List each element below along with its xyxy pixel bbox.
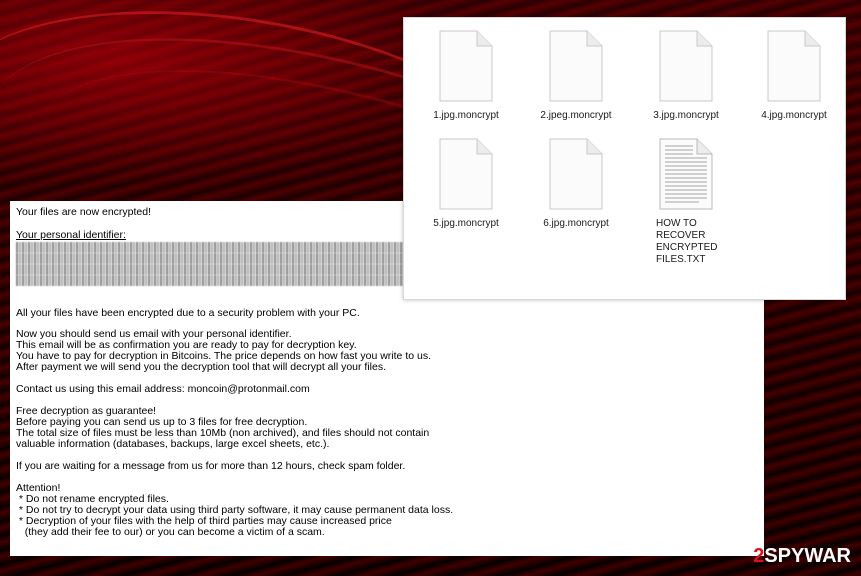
blank-document-icon (439, 138, 493, 210)
note-line: If you are waiting for a message from us… (16, 460, 406, 472)
file-item[interactable]: 2.jpeg.moncrypt (528, 30, 624, 122)
file-name: 5.jpg.moncrypt (433, 218, 499, 229)
contact-email-line: Contact us using this email address: mon… (16, 383, 310, 395)
blank-document-icon (439, 30, 493, 102)
file-item[interactable]: 3.jpg.moncrypt (638, 30, 734, 122)
note-line: All your files have been encrypted due t… (16, 307, 360, 319)
file-name: 4.jpg.moncrypt (761, 110, 827, 121)
text-document-icon (659, 138, 713, 210)
file-item[interactable]: 5.jpg.moncrypt (418, 138, 514, 230)
file-name: 6.jpg.moncrypt (543, 218, 609, 229)
file-item[interactable]: 6.jpg.moncrypt (528, 138, 624, 230)
file-name: 3.jpg.moncrypt (653, 110, 719, 121)
file-explorer-window[interactable]: 1.jpg.moncrypt 2.jpeg.moncrypt 3.jpg.mon… (403, 17, 846, 300)
note-line: After payment we will send you the decry… (16, 361, 387, 373)
note-heading: Your files are now encrypted! (16, 206, 152, 218)
logo-brand: SPYWAR (764, 545, 851, 567)
logo-number: 2 (753, 545, 765, 567)
blank-document-icon (549, 30, 603, 102)
file-item[interactable]: 4.jpg.moncrypt (746, 30, 842, 122)
file-name: 1.jpg.moncrypt (433, 110, 499, 121)
file-item[interactable]: 1.jpg.moncrypt (418, 30, 514, 122)
blank-document-icon (659, 30, 713, 102)
2spyware-logo: 2SPYWAR (753, 545, 851, 568)
note-line: valuable information (databases, backups… (16, 438, 330, 450)
file-name: 2.jpeg.moncrypt (540, 110, 612, 121)
file-item-readme[interactable]: HOW TO RECOVER ENCRYPTED FILES.TXT (638, 138, 734, 266)
personal-identifier-redacted (16, 242, 411, 288)
blank-document-icon (767, 30, 821, 102)
warning-item: (they add their fee to our) or you can b… (16, 526, 325, 538)
identifier-label: Your personal identifier: (16, 229, 126, 241)
blank-document-icon (549, 138, 603, 210)
file-name: HOW TO RECOVER ENCRYPTED FILES.TXT (656, 218, 718, 265)
